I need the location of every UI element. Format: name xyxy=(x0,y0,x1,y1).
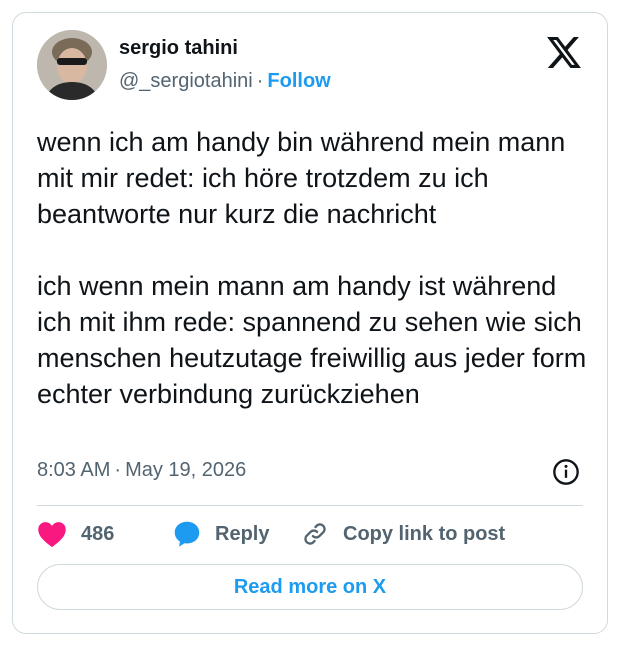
tweet-paragraph: wenn ich am handy bin während mein mann … xyxy=(37,127,566,229)
heart-icon xyxy=(38,522,66,548)
tweet-date: May 19, 2026 xyxy=(125,459,247,481)
like-count: 486 xyxy=(81,522,115,545)
author-handle[interactable]: @_sergiotahini xyxy=(119,70,253,92)
tweet-card: sergio tahini @_sergiotahini · Follow wenn… xyxy=(12,12,608,634)
avatar[interactable] xyxy=(37,30,107,100)
reply-label: Reply xyxy=(215,522,270,545)
divider xyxy=(37,505,583,506)
action-bar: 486 Reply Copy link to post xyxy=(37,518,583,550)
handle-separator: · xyxy=(256,70,264,92)
author-name[interactable]: sergio tahini xyxy=(119,37,238,60)
tweet-paragraph: ich wenn mein mann am handy ist während … xyxy=(37,271,587,409)
avatar-photo-icon xyxy=(37,30,107,100)
like-button[interactable]: 486 xyxy=(37,518,114,550)
tweet-text: wenn ich am handy bin während mein mann … xyxy=(37,124,597,412)
read-more-button[interactable]: Read more on X xyxy=(37,564,583,610)
author-handle-row: @_sergiotahini · Follow xyxy=(119,70,331,93)
copy-link-button[interactable]: Copy link to post xyxy=(301,518,505,550)
info-icon[interactable] xyxy=(552,458,580,486)
tweet-time: 8:03 AM xyxy=(37,459,111,481)
follow-button[interactable]: Follow xyxy=(267,70,330,92)
reply-bubble-icon xyxy=(174,521,200,547)
timestamp-separator: · xyxy=(114,459,122,481)
link-icon xyxy=(304,523,326,545)
tweet-timestamp[interactable]: 8:03 AM · May 19, 2026 xyxy=(37,459,246,482)
copy-link-label: Copy link to post xyxy=(343,522,506,545)
x-logo-icon[interactable] xyxy=(547,37,581,68)
reply-button[interactable]: Reply xyxy=(173,518,269,550)
